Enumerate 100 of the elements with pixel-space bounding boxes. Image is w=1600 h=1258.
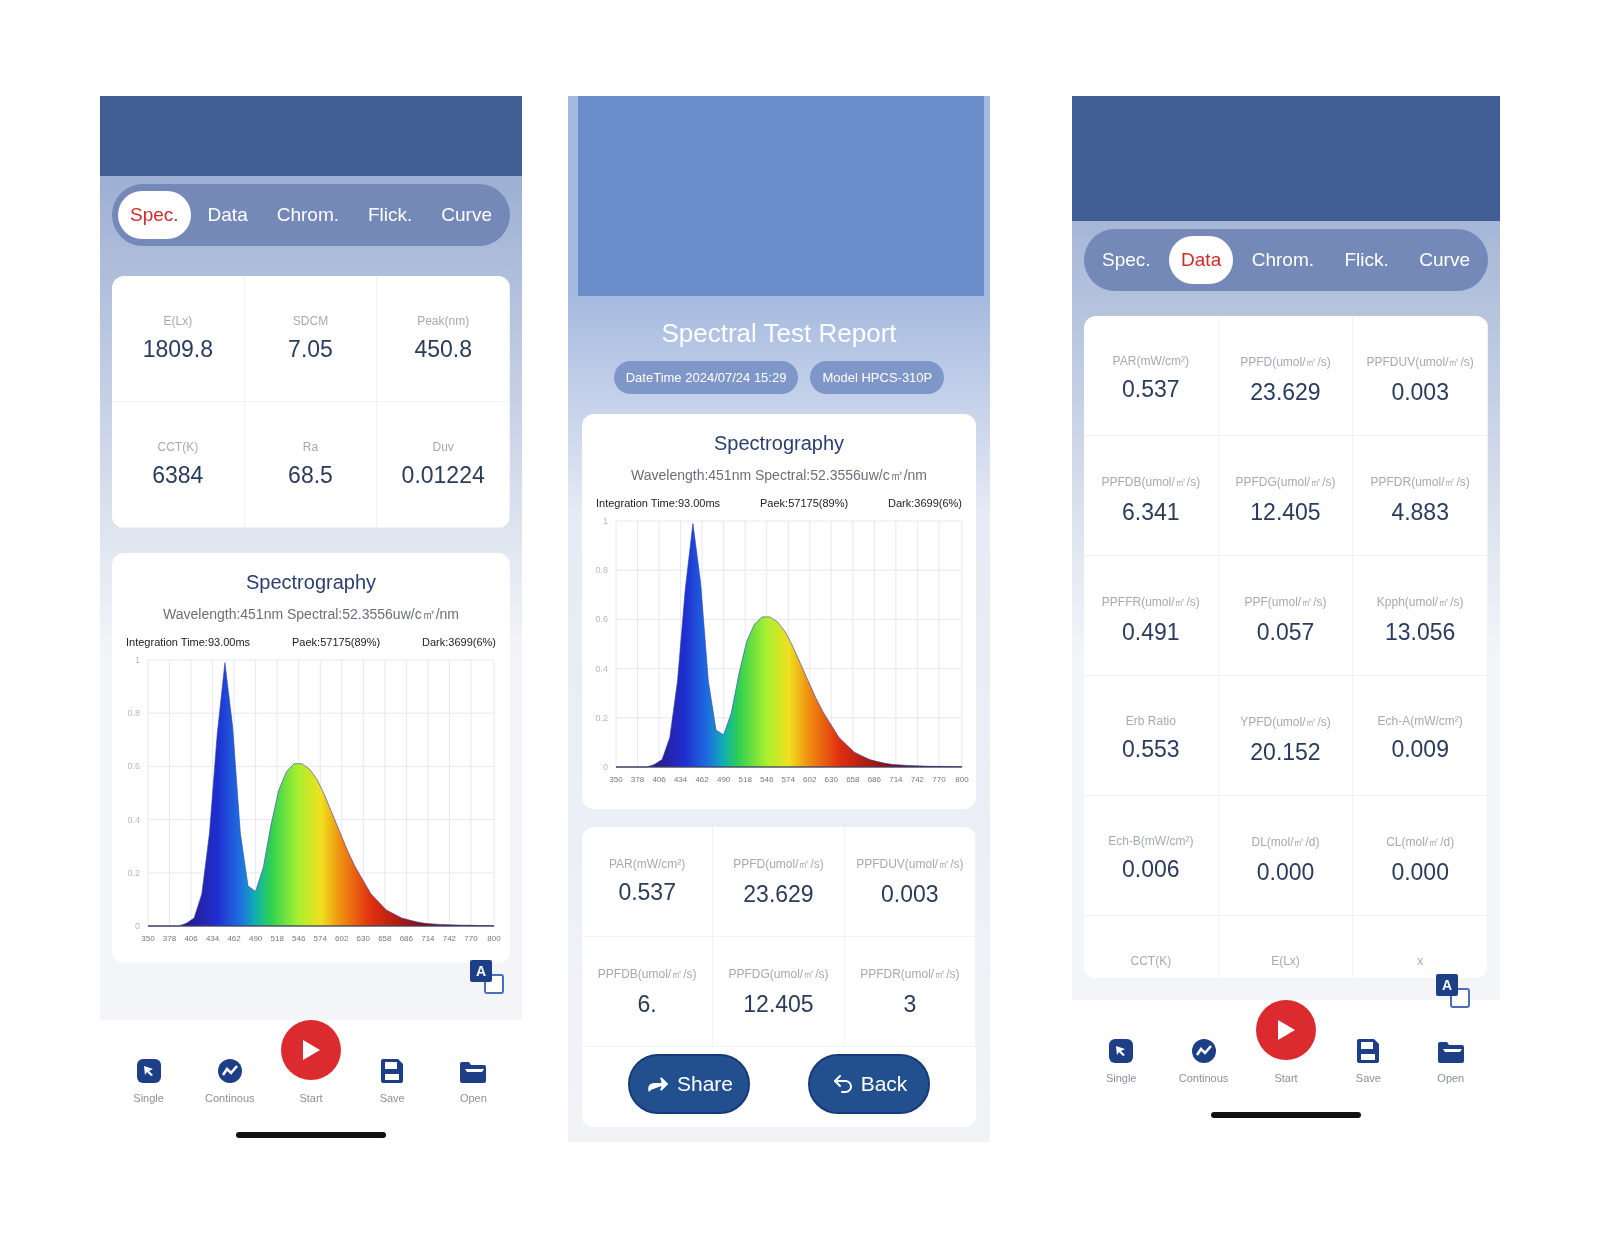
axis-tick-label: 686 bbox=[867, 775, 882, 784]
data-value: 7.05 bbox=[288, 336, 333, 363]
data-value: 450.8 bbox=[414, 336, 472, 363]
report-title: Spectral Test Report bbox=[660, 318, 898, 349]
axis-tick-label: 0 bbox=[603, 762, 608, 772]
toolbar-button[interactable]: Save bbox=[1327, 1038, 1410, 1092]
data-value: 0.003 bbox=[1391, 379, 1449, 406]
axis-tick-label: 406 bbox=[652, 775, 666, 784]
data-value: 4.883 bbox=[1391, 499, 1449, 526]
axis-tick-label: 630 bbox=[824, 775, 838, 784]
data-value: 20.152 bbox=[1250, 739, 1321, 766]
axis-tick-label: 0.2 bbox=[127, 867, 140, 878]
axis-tick-label: 742 bbox=[910, 775, 925, 784]
axis-tick-label: 1 bbox=[135, 655, 140, 665]
axis-tick-label: 546 bbox=[760, 775, 774, 784]
dark-value: Dark:3699(6%) bbox=[422, 636, 496, 648]
back-button[interactable]: Back bbox=[808, 1054, 930, 1114]
axis-tick-label: 350 bbox=[609, 775, 623, 784]
tab[interactable]: Curve bbox=[429, 191, 504, 239]
toolbar-button[interactable]: Open bbox=[1409, 1040, 1492, 1092]
save-icon bbox=[1356, 1038, 1381, 1064]
data-label: PPFFR(umol/㎡/s) bbox=[1101, 594, 1200, 611]
axis-tick-label: 0.6 bbox=[595, 614, 608, 625]
data-value: 23.629 bbox=[743, 880, 814, 908]
tab[interactable]: Curve bbox=[1407, 236, 1482, 284]
axis-tick-label: 378 bbox=[630, 775, 645, 784]
tab[interactable]: Spec. bbox=[1090, 236, 1163, 284]
toolbar-button[interactable]: Continous bbox=[1162, 1038, 1245, 1092]
chart-title: Spectrography bbox=[712, 432, 846, 455]
data-label: PPFDB(umol/㎡/s) bbox=[1101, 474, 1201, 491]
axis-tick-label: 406 bbox=[184, 934, 198, 943]
translate-button[interactable]: A bbox=[468, 958, 506, 996]
info-pill: DateTime 2024/07/24 15:29 bbox=[613, 361, 799, 394]
axis-tick-label: 574 bbox=[781, 775, 795, 784]
data-value: 6. bbox=[637, 990, 657, 1018]
toolbar-button[interactable]: Single bbox=[108, 1058, 190, 1112]
tab[interactable]: Chrom. bbox=[264, 191, 351, 239]
axis-tick-label: 0.6 bbox=[127, 761, 140, 772]
data-value: 0.003 bbox=[881, 880, 939, 908]
data-label: Erb Ratio bbox=[1125, 714, 1176, 728]
data-value: 0.537 bbox=[618, 879, 676, 906]
data-label: PPFD(umol/㎡/s) bbox=[733, 855, 824, 873]
toolbar-button[interactable]: Single bbox=[1080, 1038, 1163, 1092]
data-label: PPFDUV(umol/㎡/s) bbox=[856, 855, 964, 873]
data-value: 0.006 bbox=[1122, 856, 1180, 883]
data-label: PPFD(umol/㎡/s) bbox=[1240, 354, 1331, 371]
tab[interactable]: Flick. bbox=[1332, 236, 1401, 284]
axis-tick-label: 0.2 bbox=[595, 712, 608, 723]
axis-tick-label: 0.4 bbox=[127, 814, 140, 825]
dark-value: Dark:3699(6%) bbox=[888, 497, 962, 509]
data-value: 3 bbox=[903, 990, 917, 1018]
measurement-info: Wavelength:451nm Spectral:52.3556uw/c㎡/nm bbox=[630, 467, 928, 485]
measurement-info: Wavelength:451nm Spectral:52.3556uw/c㎡/nm bbox=[162, 606, 460, 624]
data-value: 0.057 bbox=[1256, 619, 1315, 646]
data-label: CCT(K) bbox=[157, 440, 199, 454]
tab[interactable]: Data bbox=[1169, 236, 1234, 284]
data-label: PAR(mW/cm²) bbox=[608, 857, 686, 871]
axis-tick-label: 490 bbox=[248, 934, 263, 943]
data-label: PPFDUV(umol/㎡/s) bbox=[1366, 354, 1474, 371]
axis-tick-label: 714 bbox=[421, 934, 435, 943]
toolbar-button[interactable]: Continous bbox=[189, 1058, 271, 1112]
tab[interactable]: Data bbox=[195, 191, 260, 239]
toolbar-button[interactable]: Open bbox=[432, 1060, 514, 1112]
chart-title: Spectrography bbox=[244, 571, 378, 594]
data-label: PPF(umol/㎡/s) bbox=[1244, 594, 1327, 611]
data-label: PPFDG(umol/㎡/s) bbox=[1235, 474, 1336, 491]
tab[interactable]: Chrom. bbox=[1239, 236, 1326, 284]
data-label: E(Lx) bbox=[163, 314, 193, 328]
pointer-icon bbox=[1108, 1038, 1135, 1064]
data-value: 13.056 bbox=[1385, 619, 1456, 646]
data-value: 0.000 bbox=[1391, 859, 1449, 886]
data-label: Ech-B(mW/cm²) bbox=[1108, 834, 1194, 848]
data-label: Duv bbox=[432, 440, 454, 454]
data-value: 1809.8 bbox=[142, 336, 213, 363]
data-label: SDCM bbox=[292, 314, 329, 328]
share-button[interactable]: Share bbox=[628, 1054, 750, 1114]
folder-icon bbox=[459, 1060, 488, 1084]
play-icon bbox=[300, 1038, 322, 1062]
axis-tick-label: 434 bbox=[205, 934, 220, 943]
data-label: PPFDR(umol/㎡/s) bbox=[1370, 474, 1470, 491]
info-pill: Model HPCS-310P bbox=[810, 361, 945, 394]
peak-value: Paek:57175(89%) bbox=[760, 497, 849, 509]
data-value: 0.537 bbox=[1122, 376, 1180, 403]
axis-tick-label: 546 bbox=[292, 934, 306, 943]
data-value: 0.009 bbox=[1391, 736, 1449, 763]
start-button[interactable]: Start bbox=[1244, 1000, 1328, 1092]
data-value: 68.5 bbox=[288, 462, 333, 489]
data-label: Peak(nm) bbox=[417, 314, 470, 328]
axis-tick-label: 1 bbox=[603, 516, 608, 526]
axis-tick-label: 800 bbox=[955, 775, 969, 784]
tab[interactable]: Spec. bbox=[118, 191, 191, 239]
data-label: PPFDB(umol/㎡/s) bbox=[597, 965, 697, 983]
data-value: 23.629 bbox=[1250, 379, 1321, 406]
axis-tick-label: 742 bbox=[442, 934, 457, 943]
axis-tick-label: 0.4 bbox=[595, 663, 608, 674]
data-value: 0.491 bbox=[1122, 619, 1180, 646]
start-button[interactable]: Start bbox=[270, 1020, 352, 1112]
toolbar-button[interactable]: Save bbox=[351, 1058, 433, 1112]
tab[interactable]: Flick. bbox=[356, 191, 425, 239]
data-value: 6.341 bbox=[1122, 499, 1180, 526]
